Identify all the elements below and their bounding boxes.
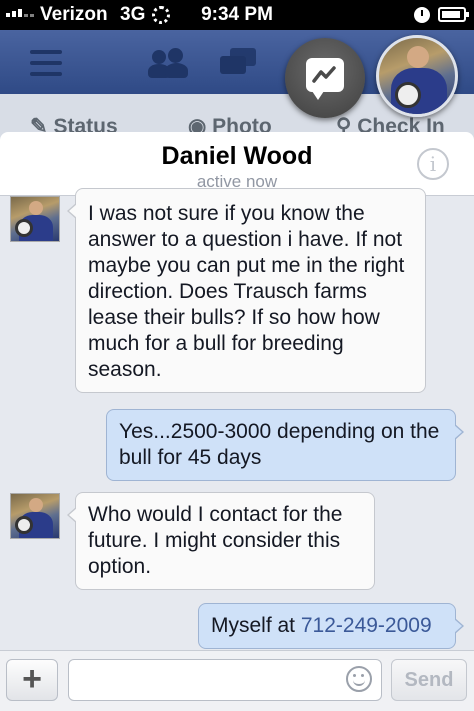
message-text: I was not sure if you know the answer to… xyxy=(88,202,405,381)
battery-icon xyxy=(438,7,469,22)
message-bubble-incoming: I was not sure if you know the answer to… xyxy=(67,188,426,393)
chat-panel: Daniel Wood active now i I was not sure … xyxy=(0,132,474,711)
message-text: Myself at xyxy=(211,614,301,637)
alarm-icon xyxy=(414,7,430,23)
emoji-icon[interactable] xyxy=(346,666,372,692)
message-text: Yes...2500-3000 depending on the bull fo… xyxy=(119,420,440,469)
messenger-chat-head[interactable] xyxy=(285,38,365,118)
message-text: Who would I contact for the future. I mi… xyxy=(88,503,343,578)
message-bubble-outgoing: Myself at 712-249-2009 xyxy=(198,603,464,649)
messages-icon[interactable] xyxy=(220,48,256,76)
friends-icon[interactable] xyxy=(148,48,188,78)
contact-name: Daniel Wood xyxy=(161,142,313,170)
message-bubble-incoming: Who would I contact for the future. I mi… xyxy=(67,492,375,590)
info-icon[interactable]: i xyxy=(417,148,449,180)
add-attachment-button[interactable]: + xyxy=(6,659,58,701)
phone-link[interactable]: 712-249-2009 xyxy=(301,614,432,637)
contact-chat-head[interactable] xyxy=(376,35,458,117)
message-input[interactable] xyxy=(68,659,382,701)
status-bar: Verizon 3G 9:34 PM xyxy=(0,0,474,30)
contact-avatar[interactable] xyxy=(10,196,60,242)
messenger-bolt-icon xyxy=(312,66,336,83)
message-bubble-outgoing: Yes...2500-3000 depending on the bull fo… xyxy=(106,409,464,481)
chat-header: Daniel Wood active now i xyxy=(0,132,474,196)
compose-bar: + Send xyxy=(0,650,474,711)
clock-time: 9:34 PM xyxy=(201,4,273,25)
menu-icon[interactable] xyxy=(30,50,62,76)
contact-avatar[interactable] xyxy=(10,493,60,539)
send-button[interactable]: Send xyxy=(391,659,467,701)
